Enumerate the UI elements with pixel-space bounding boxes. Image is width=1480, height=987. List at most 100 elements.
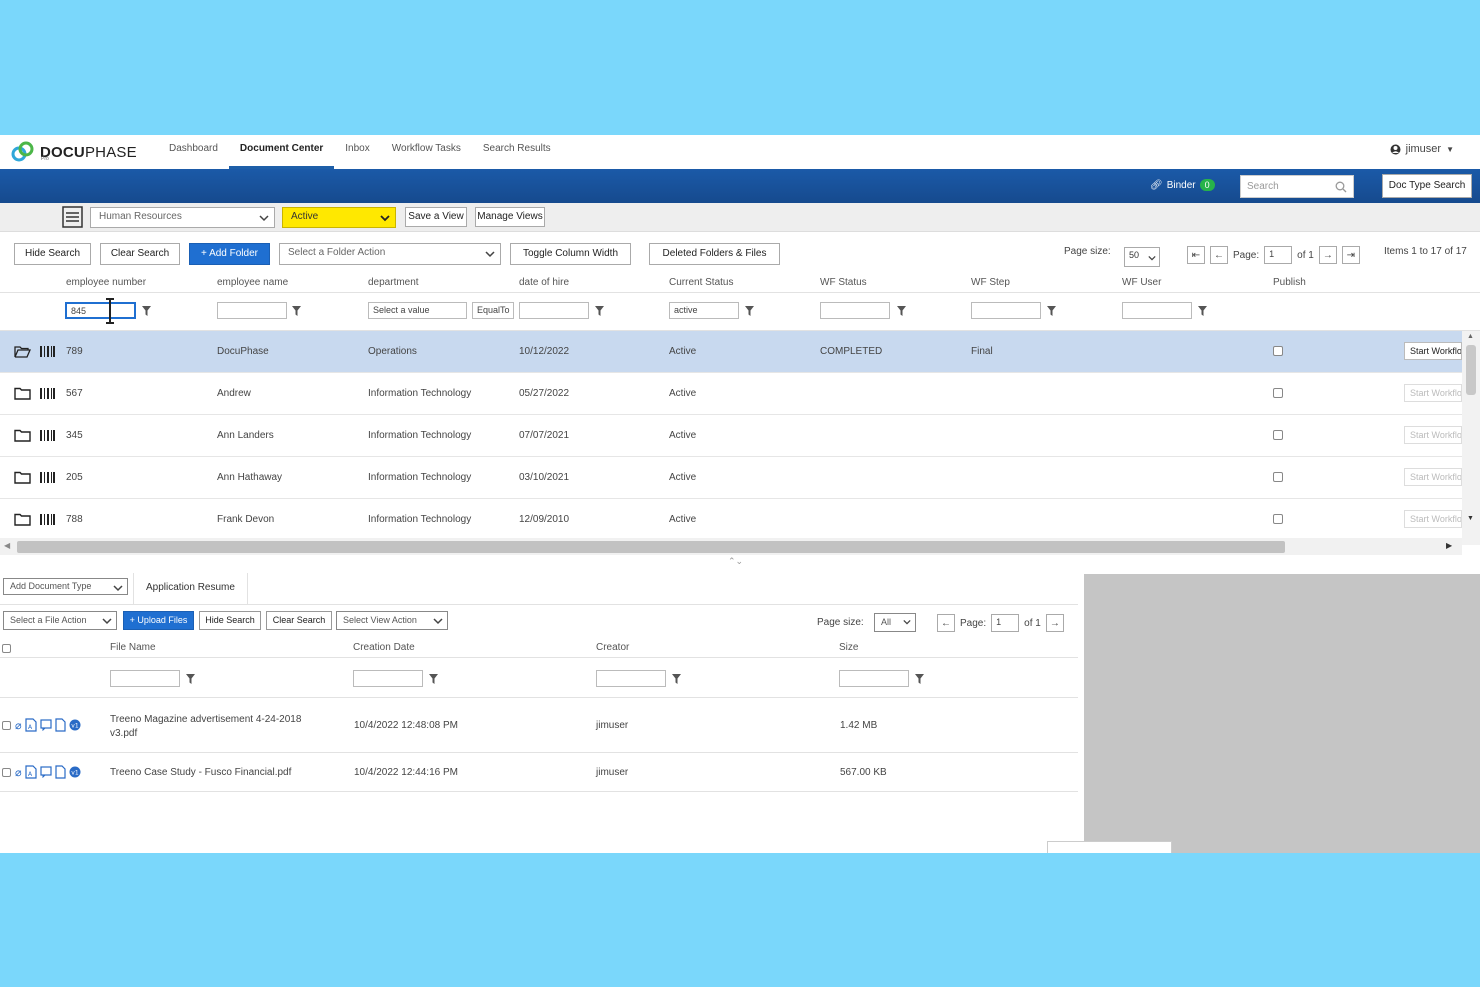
- table-row[interactable]: 567 Andrew Information Technology 05/27/…: [0, 373, 1462, 415]
- search-icon[interactable]: [1335, 181, 1347, 193]
- global-search-input[interactable]: Search: [1240, 175, 1354, 198]
- view-select[interactable]: Active: [282, 207, 396, 228]
- employee-name-filter[interactable]: [217, 302, 287, 319]
- barcode-icon[interactable]: [40, 430, 56, 441]
- manage-views-button[interactable]: Manage Views: [475, 207, 545, 227]
- filter-icon[interactable]: [429, 674, 438, 684]
- filter-icon[interactable]: [915, 674, 924, 684]
- barcode-icon[interactable]: [40, 388, 56, 399]
- scroll-down-icon[interactable]: ▼: [1467, 515, 1474, 522]
- table-row[interactable]: 788 Frank Devon Information Technology 1…: [0, 499, 1462, 541]
- page-input[interactable]: 1: [1264, 246, 1293, 264]
- wf-step-filter[interactable]: [971, 302, 1041, 319]
- filter-icon[interactable]: [292, 306, 301, 316]
- folder-icon[interactable]: [14, 513, 31, 526]
- col-current-status[interactable]: Current Status: [669, 277, 733, 288]
- barcode-icon[interactable]: [40, 472, 56, 483]
- last-page-icon[interactable]: ⇥: [1341, 246, 1360, 264]
- nav-inbox[interactable]: Inbox: [334, 135, 380, 169]
- pdf-file-icon[interactable]: A: [25, 718, 37, 732]
- col-employee-number[interactable]: employee number: [66, 277, 146, 288]
- view-action-select[interactable]: Select View Action: [336, 611, 448, 630]
- folder-views-icon[interactable]: [62, 206, 83, 228]
- col-date-of-hire[interactable]: date of hire: [519, 277, 569, 288]
- filter-icon[interactable]: [672, 674, 681, 684]
- version-icon[interactable]: v1: [69, 766, 81, 778]
- barcode-icon[interactable]: [40, 514, 56, 525]
- col-size[interactable]: Size: [839, 642, 858, 653]
- wf-user-filter[interactable]: [1122, 302, 1192, 319]
- col-creation-date[interactable]: Creation Date: [353, 642, 415, 653]
- panel-splitter-icon[interactable]: ⌃⌄: [728, 556, 743, 567]
- publish-checkbox[interactable]: [1273, 472, 1283, 482]
- file-row[interactable]: ⌀ A v1 Treeno Magazine advertisement 4-2…: [0, 698, 1078, 753]
- publish-checkbox[interactable]: [1273, 388, 1283, 398]
- pdf-file-icon[interactable]: A: [25, 765, 37, 779]
- horizontal-scrollbar[interactable]: ◀ ▶: [0, 538, 1462, 555]
- publish-checkbox[interactable]: [1273, 514, 1283, 524]
- col-publish[interactable]: Publish: [1273, 277, 1306, 288]
- folder-icon[interactable]: [14, 471, 31, 484]
- table-row[interactable]: 789 DocuPhase Operations 10/12/2022 Acti…: [0, 331, 1462, 373]
- publish-checkbox[interactable]: [1273, 346, 1283, 356]
- current-status-filter[interactable]: active: [669, 302, 739, 319]
- previous-page-icon[interactable]: ←: [1210, 246, 1228, 264]
- previous-page-icon[interactable]: ←: [937, 614, 955, 632]
- col-creator[interactable]: Creator: [596, 642, 629, 653]
- file-checkbox[interactable]: [2, 721, 11, 730]
- filter-icon[interactable]: [186, 674, 195, 684]
- save-view-button[interactable]: Save a View: [405, 207, 467, 227]
- select-all-checkbox[interactable]: [2, 644, 11, 653]
- nav-workflow-tasks[interactable]: Workflow Tasks: [381, 135, 472, 169]
- nav-search-results[interactable]: Search Results: [472, 135, 562, 169]
- filter-icon[interactable]: [595, 306, 604, 316]
- open-folder-icon[interactable]: [14, 345, 31, 358]
- scroll-left-icon[interactable]: ◀: [4, 541, 10, 550]
- docuphase-logo[interactable]: DOCUPHASE: [11, 139, 137, 165]
- department-filter-select[interactable]: Select a value: [368, 302, 467, 319]
- binder-button[interactable]: 🔗︎ Binder 0: [1150, 179, 1215, 191]
- version-icon[interactable]: v1: [69, 719, 81, 731]
- folder-icon[interactable]: [14, 429, 31, 442]
- add-folder-button[interactable]: + Add Folder: [189, 243, 270, 265]
- comment-icon[interactable]: [40, 719, 52, 731]
- creation-date-filter[interactable]: [353, 670, 423, 687]
- doc-page-size-select[interactable]: All: [874, 613, 916, 632]
- paperclip-icon[interactable]: ⌀: [15, 719, 22, 732]
- department-operator-select[interactable]: EqualTo: [472, 302, 514, 319]
- start-workflow-button[interactable]: Start Workflow: [1404, 468, 1462, 486]
- clear-search-button[interactable]: Clear Search: [100, 243, 180, 265]
- start-workflow-button[interactable]: Start Workflow: [1404, 342, 1462, 360]
- folder-type-select[interactable]: Human Resources: [90, 207, 275, 228]
- date-of-hire-filter[interactable]: [519, 302, 589, 319]
- scroll-right-icon[interactable]: ▶: [1446, 541, 1452, 550]
- nav-dashboard[interactable]: Dashboard: [158, 135, 229, 169]
- tab-application-resume[interactable]: Application Resume: [133, 573, 248, 604]
- document-icon[interactable]: [55, 765, 66, 779]
- filter-icon[interactable]: [1047, 306, 1056, 316]
- filter-icon[interactable]: [1198, 306, 1207, 316]
- creator-filter[interactable]: [596, 670, 666, 687]
- employee-number-filter[interactable]: 845: [65, 302, 136, 319]
- next-page-icon[interactable]: →: [1045, 614, 1064, 632]
- start-workflow-button[interactable]: Start Workflow: [1404, 510, 1462, 528]
- start-workflow-button[interactable]: Start Workflow: [1404, 384, 1462, 402]
- upload-files-button[interactable]: + Upload Files: [123, 611, 194, 630]
- size-filter[interactable]: [839, 670, 909, 687]
- doc-clear-search-button[interactable]: Clear Search: [266, 611, 332, 630]
- col-wf-user[interactable]: WF User: [1122, 277, 1161, 288]
- scroll-up-icon[interactable]: ▲: [1467, 333, 1474, 340]
- toggle-column-width-button[interactable]: Toggle Column Width: [510, 243, 631, 265]
- page-size-select[interactable]: 50: [1124, 247, 1160, 267]
- filter-icon[interactable]: [745, 306, 754, 316]
- nav-document-center[interactable]: Document Center: [228, 135, 335, 169]
- table-row[interactable]: 205 Ann Hathaway Information Technology …: [0, 457, 1462, 499]
- filter-icon[interactable]: [897, 306, 906, 316]
- hide-search-button[interactable]: Hide Search: [14, 243, 91, 265]
- user-menu[interactable]: jimuser ▼: [1390, 143, 1454, 155]
- wf-status-filter[interactable]: [820, 302, 890, 319]
- file-name-filter[interactable]: [110, 670, 180, 687]
- doc-type-search-button[interactable]: Doc Type Search: [1382, 174, 1472, 198]
- file-name[interactable]: Treeno Magazine advertisement 4-24-2018 …: [110, 713, 330, 741]
- vertical-scrollbar[interactable]: ▲ ▼: [1462, 331, 1480, 545]
